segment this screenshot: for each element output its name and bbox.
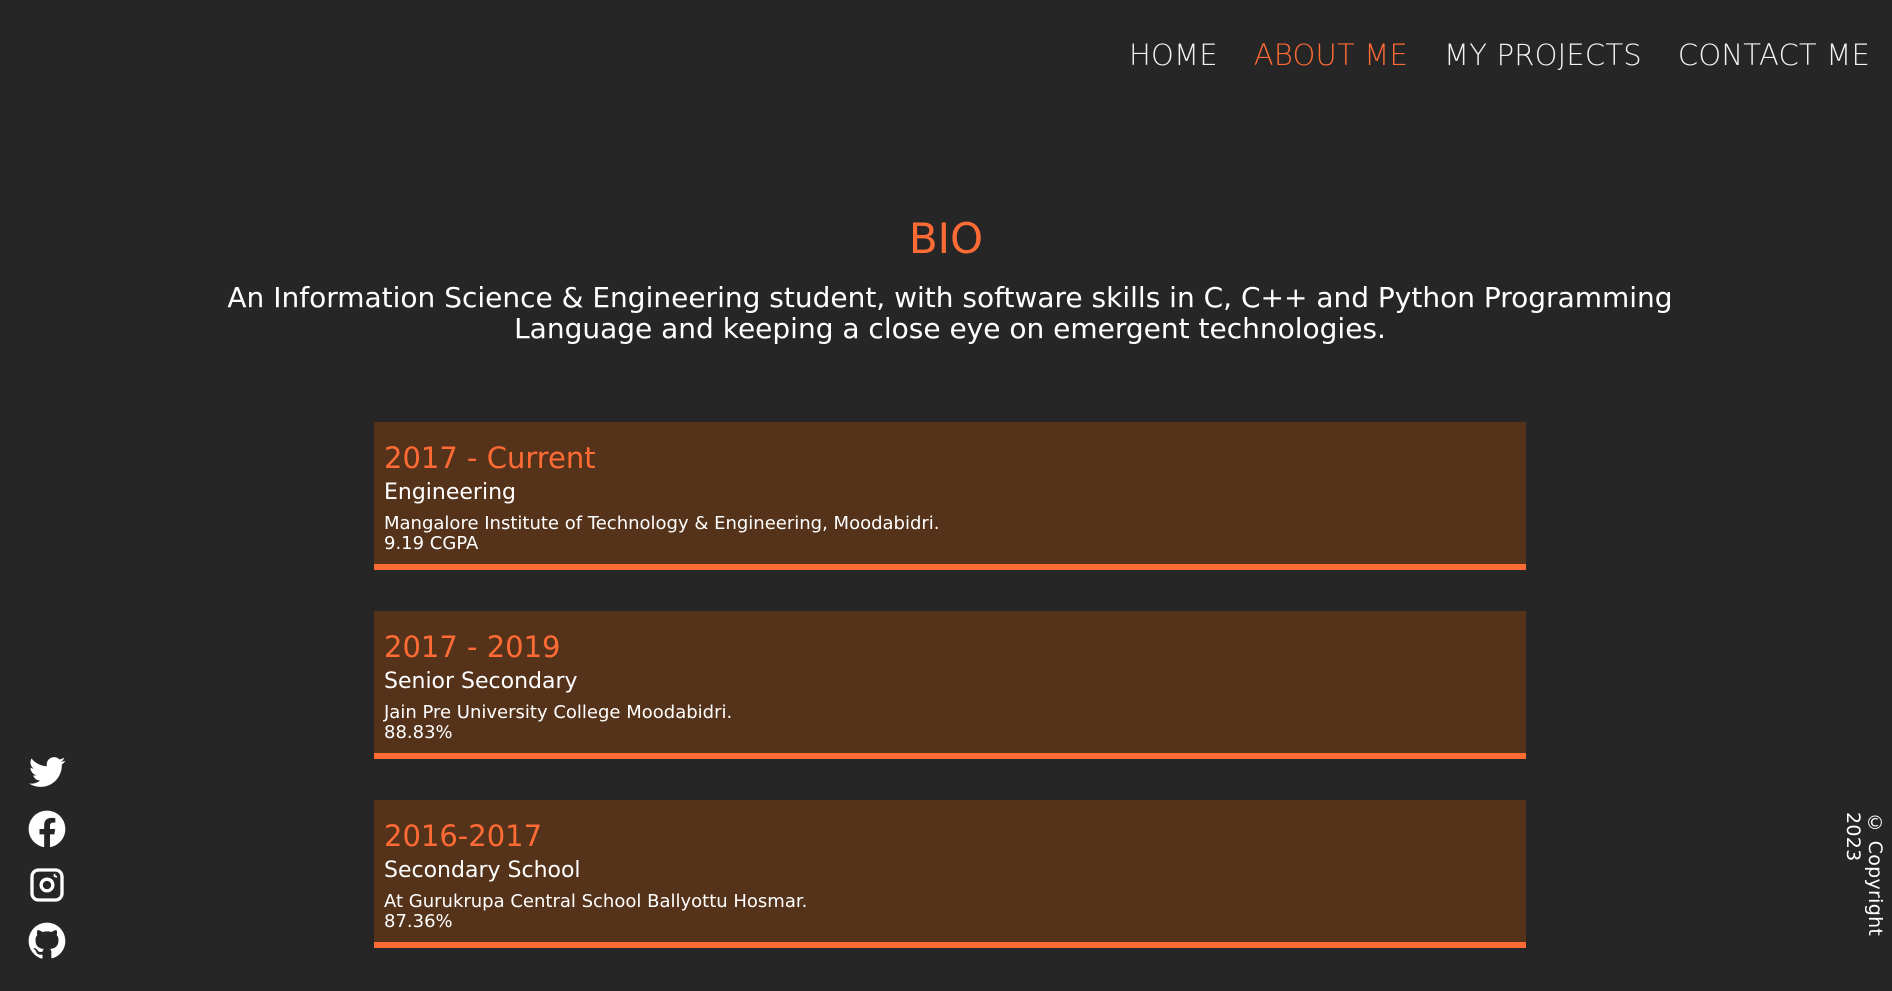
copyright-text: © Copyright 2023 (1842, 812, 1886, 937)
main-nav: HOME ABOUT ME MY PROJECTS CONTACT ME (1129, 38, 1870, 72)
nav-my-projects[interactable]: MY PROJECTS (1444, 38, 1642, 72)
social-links (26, 753, 68, 961)
twitter-icon[interactable] (26, 753, 68, 793)
education-level: Senior Secondary (384, 669, 578, 694)
education-years: 2017 - 2019 (384, 630, 561, 664)
education-school: At Gurukrupa Central School Ballyottu Ho… (384, 891, 808, 912)
education-level: Secondary School (384, 858, 581, 883)
education-timeline: 2017 - Current Engineering Mangalore Ins… (374, 422, 1526, 989)
nav-home[interactable]: HOME (1129, 38, 1218, 72)
education-card: 2016-2017 Secondary School At Gurukrupa … (374, 800, 1526, 948)
education-score: 88.83% (384, 722, 453, 743)
education-card: 2017 - 2019 Senior Secondary Jain Pre Un… (374, 611, 1526, 759)
nav-contact-me[interactable]: CONTACT ME (1678, 38, 1870, 72)
education-score: 9.19 CGPA (384, 533, 479, 554)
instagram-icon[interactable] (26, 865, 68, 905)
education-school: Mangalore Institute of Technology & Engi… (384, 513, 940, 534)
education-years: 2016-2017 (384, 819, 543, 853)
education-school: Jain Pre University College Moodabidri. (384, 702, 733, 723)
facebook-icon[interactable] (26, 809, 68, 849)
nav-about-me[interactable]: ABOUT ME (1254, 38, 1408, 72)
bio-title: BIO (908, 214, 984, 263)
github-icon[interactable] (26, 921, 68, 961)
bio-text: An Information Science & Engineering stu… (227, 281, 1673, 345)
education-level: Engineering (384, 480, 516, 505)
education-score: 87.36% (384, 911, 453, 932)
education-years: 2017 - Current (384, 441, 596, 475)
education-card: 2017 - Current Engineering Mangalore Ins… (374, 422, 1526, 570)
